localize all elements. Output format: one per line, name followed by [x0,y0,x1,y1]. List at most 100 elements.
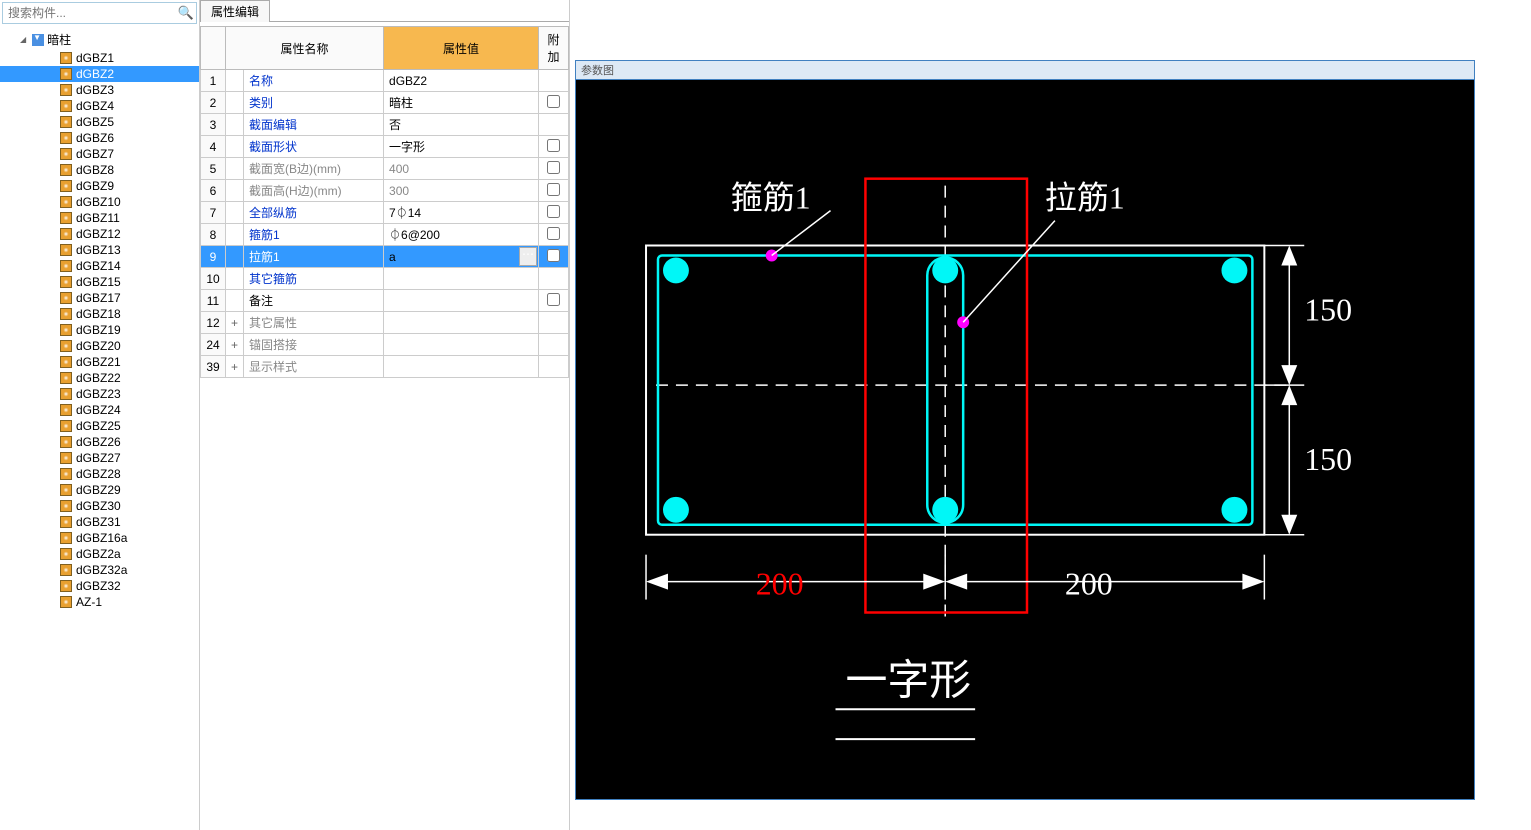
property-tab[interactable]: 属性编辑 [200,0,569,22]
dim-h2: 150 [1304,442,1352,477]
property-value[interactable]: 300 [384,180,539,202]
tree-item[interactable]: dGBZ15 [0,274,199,290]
diagram-panel: 参数图 [570,0,1531,830]
tree-item-label: dGBZ4 [76,99,114,113]
tree-item[interactable]: dGBZ18 [0,306,199,322]
property-row[interactable]: 9拉筋1⋯ [201,246,569,268]
tree-item[interactable]: dGBZ32a [0,562,199,578]
extra-checkbox[interactable] [547,293,560,306]
spacer [226,246,244,268]
property-value[interactable]: 一字形 [384,136,539,158]
component-icon [60,308,72,320]
tree-item[interactable]: dGBZ5 [0,114,199,130]
extra-checkbox[interactable] [547,205,560,218]
property-value[interactable]: 400 [384,158,539,180]
property-value[interactable] [384,290,539,312]
property-row[interactable]: 10其它箍筋 [201,268,569,290]
tree-item[interactable]: dGBZ6 [0,130,199,146]
property-row[interactable]: 2类别暗柱 [201,92,569,114]
property-value[interactable]: ⏀6@200 [384,224,539,246]
property-value[interactable] [384,356,539,378]
property-row[interactable]: 4截面形状一字形 [201,136,569,158]
tree-item[interactable]: dGBZ16a [0,530,199,546]
property-row[interactable]: 39+显示样式 [201,356,569,378]
tree-item[interactable]: dGBZ13 [0,242,199,258]
tree-item[interactable]: dGBZ23 [0,386,199,402]
property-row[interactable]: 6截面高(H边)(mm)300 [201,180,569,202]
expand-toggle[interactable]: + [226,334,244,356]
extra-cell [539,180,569,202]
tree-item[interactable]: dGBZ3 [0,82,199,98]
property-value[interactable]: 暗柱 [384,92,539,114]
arrow-down [1281,365,1297,385]
tree-item[interactable]: dGBZ9 [0,178,199,194]
tree-item[interactable]: dGBZ25 [0,418,199,434]
property-value[interactable]: 否 [384,114,539,136]
property-name: 名称 [244,70,384,92]
property-value[interactable]: 7⏀14 [384,202,539,224]
property-value[interactable] [384,268,539,290]
tree-item[interactable]: dGBZ29 [0,482,199,498]
tree-item-label: dGBZ6 [76,131,114,145]
property-row[interactable]: 7全部纵筋7⏀14 [201,202,569,224]
tree-item[interactable]: dGBZ27 [0,450,199,466]
property-row[interactable]: 12+其它属性 [201,312,569,334]
component-icon [60,132,72,144]
property-row[interactable]: 3截面编辑否 [201,114,569,136]
tree-item[interactable]: dGBZ10 [0,194,199,210]
tree-item[interactable]: dGBZ20 [0,338,199,354]
tree-item[interactable]: dGBZ21 [0,354,199,370]
component-icon [60,452,72,464]
value-input[interactable] [389,250,533,264]
tree-item-label: dGBZ23 [76,387,121,401]
tree-item[interactable]: dGBZ4 [0,98,199,114]
property-name: 其它属性 [244,312,384,334]
property-row[interactable]: 1名称dGBZ2 [201,70,569,92]
tree-item[interactable]: dGBZ1 [0,50,199,66]
tree-item[interactable]: dGBZ2a [0,546,199,562]
tree-item-label: dGBZ17 [76,291,121,305]
property-row[interactable]: 5截面宽(B边)(mm)400 [201,158,569,180]
tree-item[interactable]: dGBZ28 [0,466,199,482]
component-tree[interactable]: 暗柱 dGBZ1dGBZ2dGBZ3dGBZ4dGBZ5dGBZ6dGBZ7dG… [0,26,199,830]
tree-item[interactable]: dGBZ11 [0,210,199,226]
tree-item[interactable]: dGBZ7 [0,146,199,162]
component-icon [60,260,72,272]
property-row[interactable]: 24+锚固搭接 [201,334,569,356]
tree-item[interactable]: dGBZ2 [0,66,199,82]
search-button[interactable]: 🔍 [176,3,196,23]
extra-checkbox[interactable] [547,95,560,108]
property-value[interactable]: ⋯ [384,246,539,268]
expand-toggle[interactable]: + [226,312,244,334]
tree-item[interactable]: dGBZ14 [0,258,199,274]
extra-checkbox[interactable] [547,183,560,196]
expand-toggle[interactable]: + [226,356,244,378]
extra-checkbox[interactable] [547,161,560,174]
extra-cell [539,92,569,114]
tree-item[interactable]: dGBZ17 [0,290,199,306]
extra-checkbox[interactable] [547,139,560,152]
property-value[interactable]: dGBZ2 [384,70,539,92]
extra-checkbox[interactable] [547,227,560,240]
tree-item-label: dGBZ14 [76,259,121,273]
property-value[interactable] [384,334,539,356]
search-input[interactable] [3,3,176,23]
tree-item[interactable]: dGBZ32 [0,578,199,594]
property-row[interactable]: 8箍筋1⏀6@200 [201,224,569,246]
property-value[interactable] [384,312,539,334]
tree-item[interactable]: dGBZ12 [0,226,199,242]
tree-item[interactable]: dGBZ30 [0,498,199,514]
tree-item[interactable]: dGBZ22 [0,370,199,386]
tree-item[interactable]: dGBZ31 [0,514,199,530]
tree-item-label: dGBZ12 [76,227,121,241]
tree-item[interactable]: dGBZ8 [0,162,199,178]
tree-item[interactable]: dGBZ19 [0,322,199,338]
tree-item[interactable]: AZ-1 [0,594,199,610]
more-button[interactable]: ⋯ [519,247,537,266]
tree-item[interactable]: dGBZ24 [0,402,199,418]
extra-checkbox[interactable] [547,249,560,262]
component-icon [60,500,72,512]
tree-root[interactable]: 暗柱 [0,29,199,50]
property-row[interactable]: 11备注 [201,290,569,312]
tree-item[interactable]: dGBZ26 [0,434,199,450]
